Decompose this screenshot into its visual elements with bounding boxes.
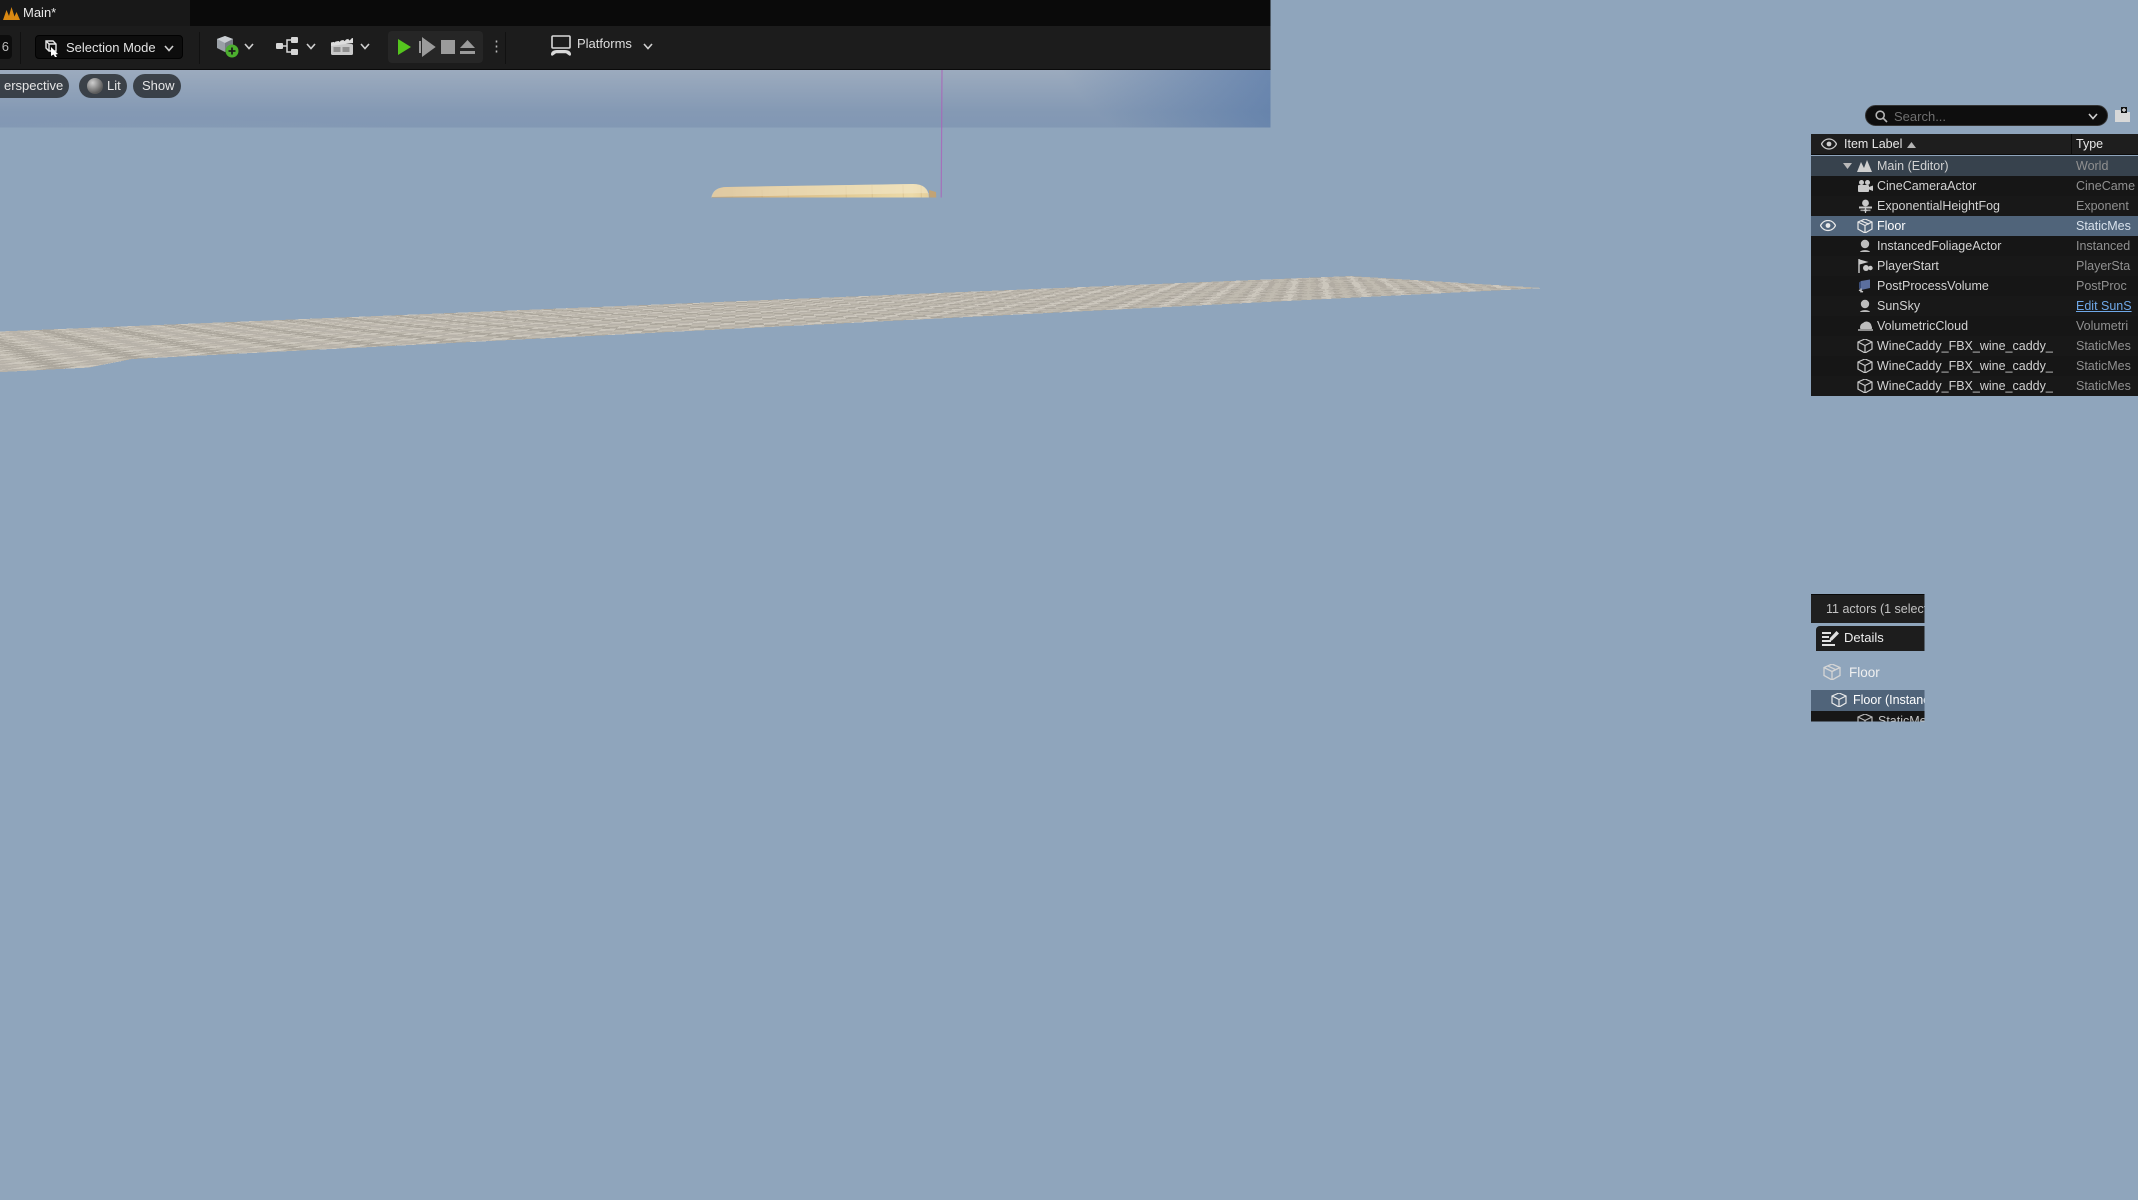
svg-text:?: ? bbox=[2114, 666, 2120, 678]
svg-text:✱: ✱ bbox=[1922, 1185, 1925, 1194]
